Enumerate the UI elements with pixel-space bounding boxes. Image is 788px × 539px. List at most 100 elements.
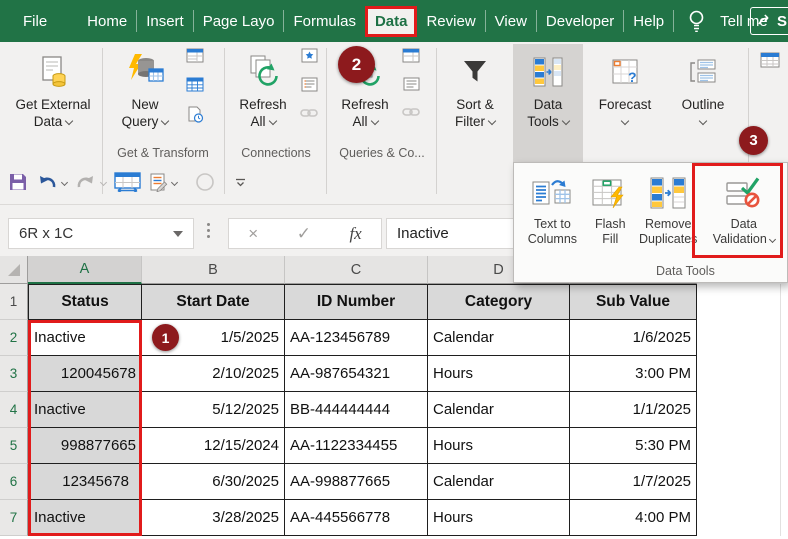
cell-d3[interactable]: Hours — [428, 356, 570, 392]
enter-icon[interactable]: ✓ — [297, 224, 311, 244]
cell-b7[interactable]: 3/28/2025 — [142, 500, 285, 536]
cell-d6[interactable]: Calendar — [428, 464, 570, 500]
chevron-down-icon — [61, 178, 68, 185]
edit-links-icon[interactable] — [300, 106, 318, 125]
formula-bar-resize-handle[interactable] — [207, 223, 210, 238]
formula-bar-value: Inactive — [397, 225, 449, 242]
cell-e2[interactable]: 1/6/2025 — [570, 320, 697, 356]
outline-button[interactable]: Outline — [668, 44, 738, 160]
cell-c4[interactable]: BB-444444444 — [285, 392, 428, 428]
cell-b4[interactable]: 5/12/2025 — [142, 392, 285, 428]
tab-file[interactable]: File — [14, 8, 56, 35]
new-query-button[interactable]: New Query — [108, 44, 182, 160]
cell-e6[interactable]: 1/7/2025 — [570, 464, 697, 500]
cell-d1[interactable]: Category — [428, 284, 570, 320]
cell-c3[interactable]: AA-987654321 — [285, 356, 428, 392]
filter-funnel-icon — [460, 51, 490, 93]
select-all-corner[interactable] — [0, 256, 28, 284]
cell-c6[interactable]: AA-998877665 — [285, 464, 428, 500]
circle-placeholder-button[interactable] — [195, 172, 215, 192]
cell-c1[interactable]: ID Number — [285, 284, 428, 320]
share-button[interactable]: S — [750, 7, 788, 35]
flash-fill-button[interactable]: FlashFill — [587, 171, 634, 247]
save-button[interactable] — [8, 172, 28, 192]
row-header-2[interactable]: 2 — [0, 320, 28, 356]
column-header-b[interactable]: B — [142, 256, 285, 284]
queries-connections-icon[interactable] — [402, 48, 420, 68]
cell-e5[interactable]: 5:30 PM — [570, 428, 697, 464]
cell-b6[interactable]: 6/30/2025 — [142, 464, 285, 500]
tab-review[interactable]: Review — [417, 8, 484, 35]
excel-window: File Home Insert Page Layo Formulas Data… — [0, 0, 788, 539]
undo-button[interactable] — [36, 173, 67, 191]
redo-button[interactable] — [75, 173, 106, 191]
remove-duplicates-button[interactable]: RemoveDuplicates — [636, 171, 701, 247]
properties-icon[interactable] — [403, 77, 420, 96]
name-box-dropdown-icon[interactable] — [173, 231, 183, 237]
cell-d2[interactable]: Calendar — [428, 320, 570, 356]
tab-insert[interactable]: Insert — [137, 8, 193, 35]
cell-c2[interactable]: AA-123456789 — [285, 320, 428, 356]
cell-e4[interactable]: 1/1/2025 — [570, 392, 697, 428]
edit-links-icon[interactable] — [402, 105, 420, 124]
get-external-data-label: Get External Data — [15, 96, 90, 130]
group-label-connections: Connections — [228, 146, 324, 160]
tab-page-layout[interactable]: Page Layo — [194, 8, 284, 35]
tab-help[interactable]: Help — [624, 8, 673, 35]
insert-function-icon[interactable]: fx — [349, 224, 361, 244]
recent-sources-icon[interactable] — [186, 106, 204, 128]
cell-e1[interactable]: Sub Value — [570, 284, 697, 320]
cell-c5[interactable]: AA-1122334455 — [285, 428, 428, 464]
cell-b5[interactable]: 12/15/2024 — [142, 428, 285, 464]
cell-d4[interactable]: Calendar — [428, 392, 570, 428]
tab-view[interactable]: View — [486, 8, 536, 35]
row-header-5[interactable]: 5 — [0, 428, 28, 464]
cell-e7[interactable]: 4:00 PM — [570, 500, 697, 536]
cell-a5[interactable]: 998877665 — [28, 428, 142, 464]
share-label: S — [777, 13, 787, 30]
cell-a6[interactable]: 12345678 — [28, 464, 142, 500]
column-header-a[interactable]: A — [28, 256, 142, 284]
get-external-data-icon — [36, 51, 70, 93]
cancel-icon[interactable]: × — [248, 224, 258, 244]
column-width-button[interactable] — [114, 172, 141, 192]
forecast-button[interactable]: ? Forecast — [590, 44, 660, 160]
cell-b1[interactable]: Start Date — [142, 284, 285, 320]
cell-a1[interactable]: Status — [28, 284, 142, 320]
workbook-connections-icon[interactable] — [301, 77, 318, 97]
text-to-columns-button[interactable]: Text toColumns — [520, 171, 585, 247]
get-external-data-button[interactable]: Get External Data — [6, 44, 100, 160]
cell-d5[interactable]: Hours — [428, 428, 570, 464]
row-header-3[interactable]: 3 — [0, 356, 28, 392]
row-header-6[interactable]: 6 — [0, 464, 28, 500]
cell-a4[interactable]: Inactive — [28, 392, 142, 428]
qat-customize-button[interactable] — [235, 177, 246, 188]
cell-a3[interactable]: 120045678 — [28, 356, 142, 392]
sort-filter-button[interactable]: Sort & Filter — [442, 44, 508, 160]
data-tools-button[interactable]: Data Tools — [513, 44, 583, 164]
tab-home[interactable]: Home — [78, 8, 136, 35]
form-button[interactable] — [149, 172, 177, 192]
new-query-label: New Query — [122, 96, 169, 130]
data-validation-button[interactable]: Data Validation — [703, 171, 785, 247]
row-header-1[interactable]: 1 — [0, 284, 28, 320]
chevron-down-icon — [562, 117, 570, 125]
cell-a7[interactable]: Inactive — [28, 500, 142, 536]
cell-d7[interactable]: Hours — [428, 500, 570, 536]
row-header-7[interactable]: 7 — [0, 500, 28, 536]
cell-c7[interactable]: AA-445566778 — [285, 500, 428, 536]
tab-formulas[interactable]: Formulas — [284, 8, 365, 35]
cell-b3[interactable]: 2/10/2025 — [142, 356, 285, 392]
column-header-c[interactable]: C — [285, 256, 428, 284]
from-table-icon[interactable] — [186, 77, 204, 97]
cell-a2[interactable]: Inactive — [28, 320, 142, 356]
name-box[interactable]: 6R x 1C — [8, 218, 194, 249]
row-header-4[interactable]: 4 — [0, 392, 28, 428]
tab-developer[interactable]: Developer — [537, 8, 623, 35]
refresh-all-connections-button[interactable]: Refresh All — [230, 44, 296, 160]
lightbulb-icon — [688, 9, 705, 33]
show-queries-icon[interactable] — [186, 48, 204, 68]
properties-icon[interactable] — [301, 48, 318, 68]
cell-e3[interactable]: 3:00 PM — [570, 356, 697, 392]
tab-data[interactable]: Data — [365, 6, 418, 37]
